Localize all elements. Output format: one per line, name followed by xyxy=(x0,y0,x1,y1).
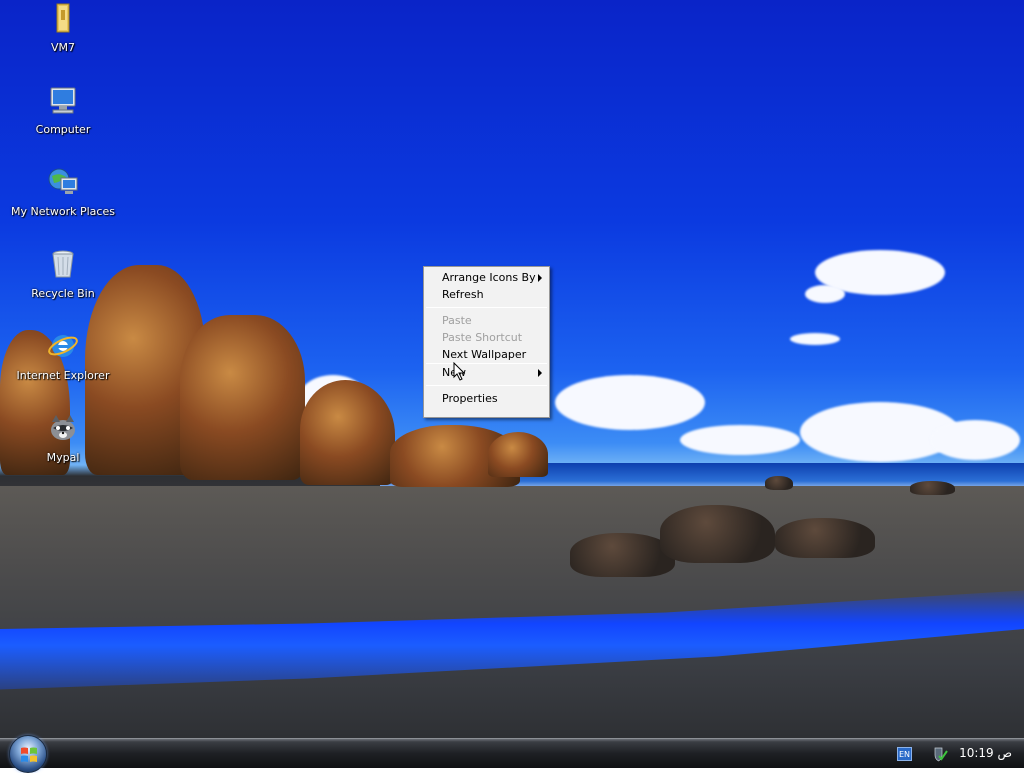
menu-item-label: Arrange Icons By xyxy=(442,271,536,284)
start-button[interactable] xyxy=(9,735,47,773)
menu-item-properties[interactable]: Properties xyxy=(424,390,549,407)
menu-item-label: Properties xyxy=(442,392,498,405)
desktop-icon-my-network-places[interactable]: My Network Places xyxy=(8,166,118,219)
internet-explorer-icon xyxy=(48,335,78,357)
desktop[interactable]: VM7 Computer My Network Places Recycle B… xyxy=(0,0,1024,738)
cloud xyxy=(790,333,840,345)
mypal-browser-icon xyxy=(51,415,75,440)
boulder xyxy=(910,481,955,495)
network-places-icon xyxy=(48,168,78,194)
language-indicator[interactable]: EN xyxy=(897,747,912,761)
desktop-icon-computer[interactable]: Computer xyxy=(8,84,118,137)
menu-item-refresh[interactable]: Refresh xyxy=(424,286,549,303)
security-shield-icon[interactable] xyxy=(932,746,948,762)
rock-formation xyxy=(180,315,305,480)
computer-icon xyxy=(50,87,76,114)
menu-item-new[interactable]: New xyxy=(424,364,549,381)
clock[interactable]: 10:19 ص xyxy=(959,746,1012,760)
desktop-icon-label: Internet Explorer xyxy=(16,369,110,382)
boulder xyxy=(775,518,875,558)
system-tray: EN 10:19 ص xyxy=(884,739,1024,769)
cloud xyxy=(555,375,705,430)
rock-formation xyxy=(488,432,548,477)
submenu-arrow-icon xyxy=(538,369,542,377)
folder-icon xyxy=(56,3,70,33)
boulder xyxy=(660,505,775,563)
desktop-icon-label: VM7 xyxy=(50,41,75,54)
desktop-icon-internet-explorer[interactable]: Internet Explorer xyxy=(8,330,118,383)
menu-separator xyxy=(426,307,547,308)
desktop-icon-vm7[interactable]: VM7 xyxy=(8,2,118,55)
taskbar: EN 10:19 ص xyxy=(0,738,1024,768)
menu-separator xyxy=(426,385,547,386)
mouse-cursor-icon xyxy=(453,362,466,381)
desktop-icon-recycle-bin[interactable]: Recycle Bin xyxy=(8,248,118,301)
cloud xyxy=(680,425,800,455)
desktop-icon-label: Mypal xyxy=(46,451,80,464)
menu-item-paste-shortcut: Paste Shortcut xyxy=(424,329,549,346)
menu-item-label: Next Wallpaper xyxy=(442,348,527,361)
desktop-icon-label: Computer xyxy=(35,123,91,136)
recycle-bin-icon xyxy=(52,250,74,278)
menu-item-next-wallpaper[interactable]: Next Wallpaper xyxy=(424,346,549,363)
submenu-arrow-icon xyxy=(538,274,542,282)
desktop-icon-label: Recycle Bin xyxy=(31,287,95,300)
menu-item-arrange-icons-by[interactable]: Arrange Icons By xyxy=(424,269,549,286)
desktop-context-menu: Arrange Icons By Refresh Paste Paste Sho… xyxy=(423,266,550,418)
boulder xyxy=(765,476,793,490)
windows-logo-icon xyxy=(21,747,37,762)
desktop-icon-label: My Network Places xyxy=(11,205,115,218)
menu-item-label: Paste Shortcut xyxy=(442,331,523,344)
desktop-icons: VM7 Computer My Network Places Recycle B… xyxy=(0,0,130,480)
desktop-icon-mypal[interactable]: Mypal xyxy=(8,412,118,465)
menu-item-paste: Paste xyxy=(424,312,549,329)
rock-formation xyxy=(300,380,395,485)
cloud xyxy=(805,285,845,303)
menu-item-label: Paste xyxy=(442,314,472,327)
menu-item-label: Refresh xyxy=(442,288,484,301)
cloud xyxy=(930,420,1020,460)
